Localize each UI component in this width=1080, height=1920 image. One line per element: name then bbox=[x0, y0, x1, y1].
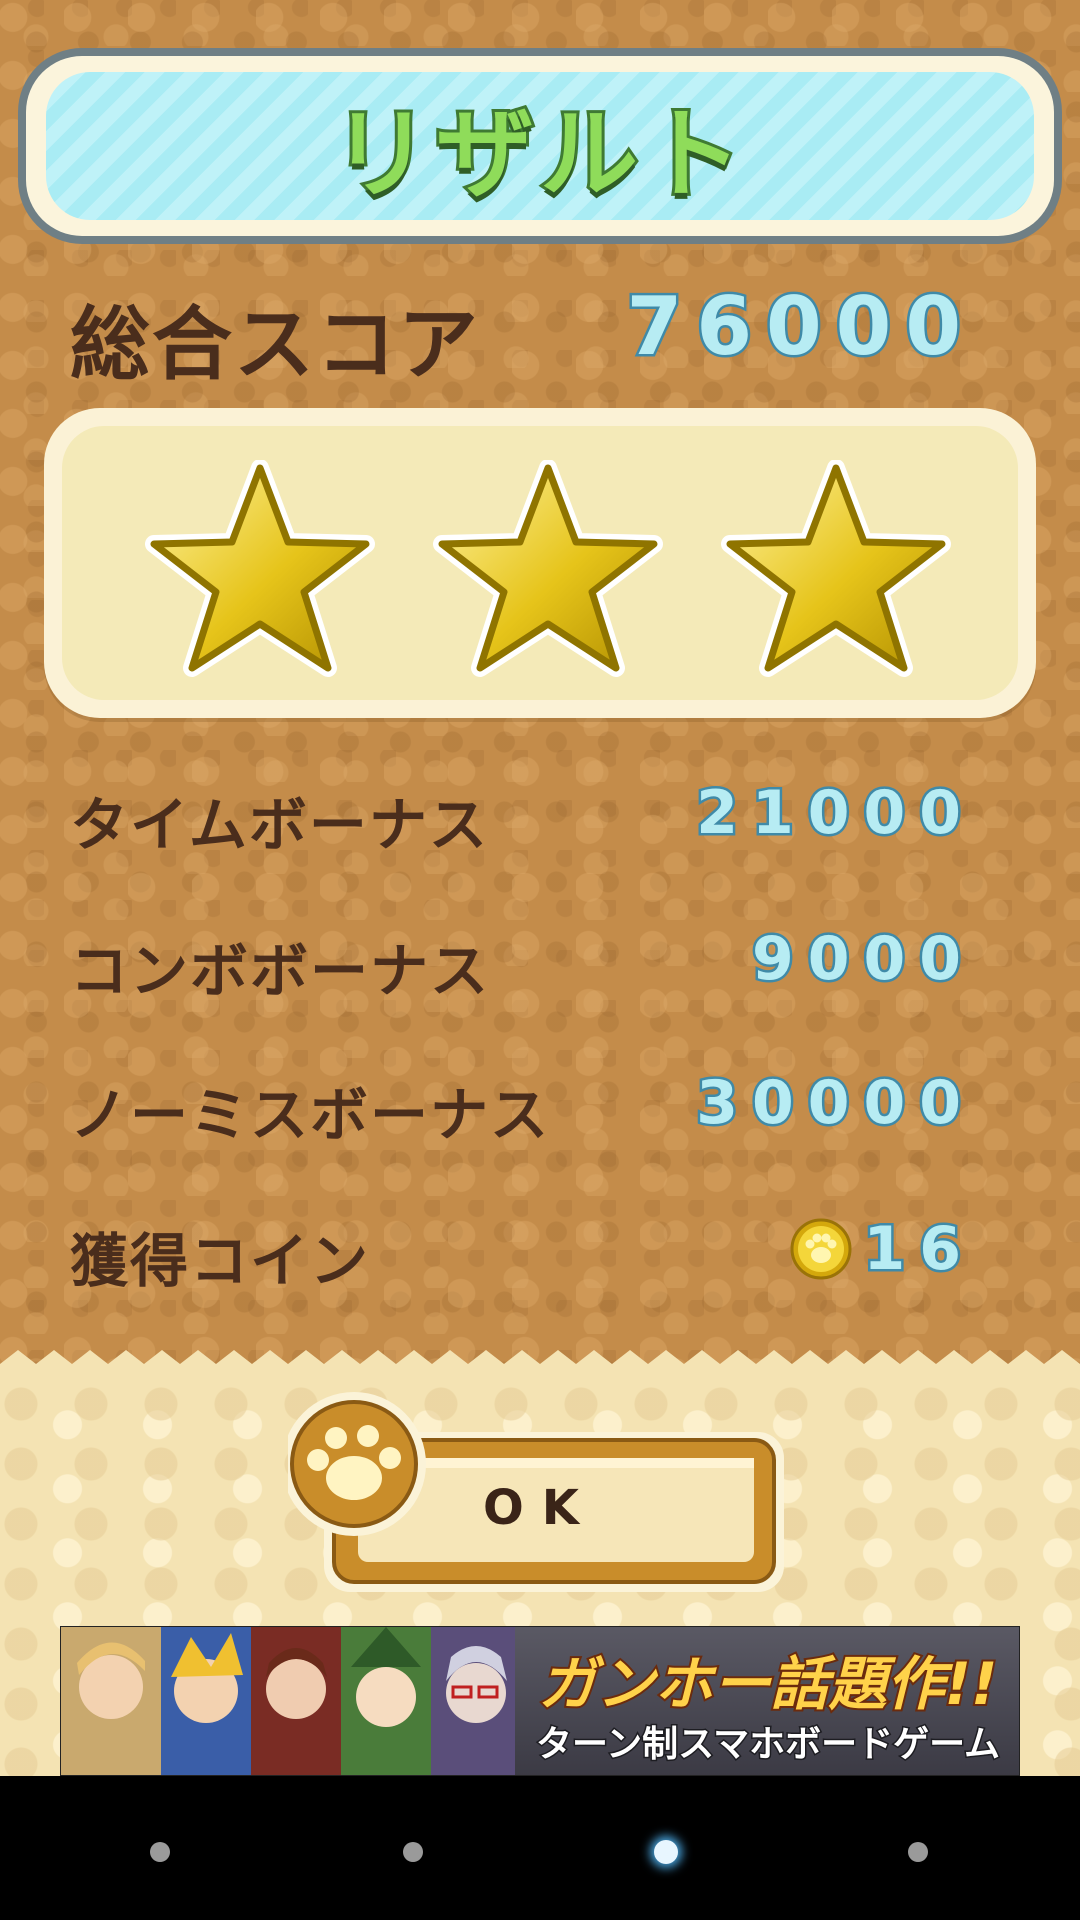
ad-subline: ターン制スマホボードゲーム bbox=[534, 1723, 1001, 1767]
ok-button-label[interactable]: OK bbox=[350, 1478, 730, 1538]
nav-dot-2[interactable] bbox=[403, 1842, 423, 1862]
total-score-label: 総合スコア bbox=[70, 298, 480, 391]
star-rating-panel bbox=[44, 408, 1036, 718]
paw-coin-icon bbox=[790, 1218, 852, 1280]
combo-bonus-value: 9000 bbox=[750, 922, 975, 997]
time-bonus-label: タイムボーナス bbox=[70, 791, 489, 859]
title-banner: リザルト bbox=[18, 48, 1062, 244]
star-icon bbox=[145, 460, 375, 677]
combo-bonus-label: コンボボーナス bbox=[70, 937, 491, 1005]
ad-character-art bbox=[61, 1627, 521, 1775]
coins-value: 16 bbox=[861, 1212, 975, 1287]
star-icon bbox=[721, 460, 951, 677]
star-icon bbox=[433, 460, 663, 677]
no-miss-bonus-value: 30000 bbox=[694, 1066, 975, 1141]
time-bonus-value: 21000 bbox=[694, 776, 975, 851]
no-miss-bonus-label: ノーミスボーナス bbox=[70, 1081, 551, 1149]
zigzag-divider bbox=[0, 1350, 1080, 1382]
nav-dot-1[interactable] bbox=[150, 1842, 170, 1862]
nav-dot-3[interactable] bbox=[654, 1840, 678, 1864]
ad-banner[interactable]: ガンホー話題作!! ターン制スマホボードゲーム bbox=[60, 1626, 1020, 1776]
coins-label: 獲得コイン bbox=[70, 1227, 371, 1295]
total-score-value: 76000 bbox=[624, 278, 975, 376]
nav-dot-4[interactable] bbox=[908, 1842, 928, 1862]
result-title: リザルト bbox=[329, 95, 748, 215]
ad-headline: ガンホー話題作!! bbox=[537, 1648, 1000, 1720]
